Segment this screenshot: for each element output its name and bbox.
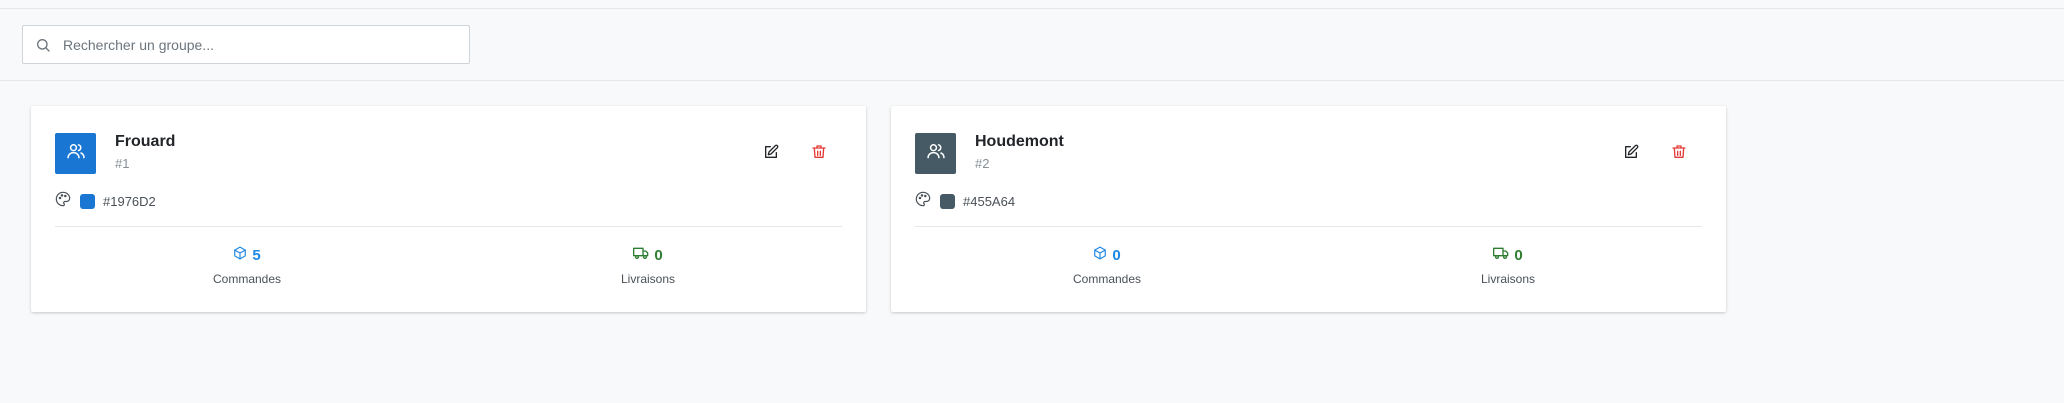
package-icon — [233, 246, 247, 265]
palette-icon — [55, 191, 71, 212]
deliveries-count: 0 — [654, 246, 663, 264]
orders-count: 5 — [252, 246, 261, 264]
group-avatar — [55, 133, 96, 174]
group-id: #2 — [975, 156, 990, 171]
deliveries-label: Livraisons — [1480, 272, 1536, 286]
trash-icon — [1671, 144, 1687, 165]
top-divider — [0, 8, 2064, 9]
orders-count: 0 — [1112, 246, 1121, 264]
section-divider — [0, 80, 2064, 81]
search-icon — [35, 37, 51, 53]
truck-icon — [1493, 246, 1509, 265]
search-bar[interactable] — [22, 25, 470, 64]
orders-stat: 0 Commandes — [1007, 246, 1207, 286]
delete-button[interactable] — [1668, 143, 1690, 165]
deliveries-stat: 0 Livraisons — [548, 246, 748, 287]
search-input[interactable] — [63, 36, 443, 53]
orders-stat: 5 Commandes — [147, 246, 347, 286]
card-divider — [55, 226, 842, 227]
deliveries-count: 0 — [1514, 246, 1523, 264]
group-card: Houdemont #2 #455A64 0 Commandes 0 Livra… — [891, 106, 1726, 312]
orders-label: Commandes — [212, 272, 282, 286]
color-row: #1976D2 — [55, 191, 156, 212]
trash-icon — [811, 144, 827, 165]
color-row: #455A64 — [915, 191, 1016, 212]
edit-icon — [763, 144, 779, 165]
group-name: Frouard — [115, 133, 176, 150]
color-hex: #1976D2 — [103, 193, 156, 209]
card-divider — [915, 226, 1702, 227]
color-swatch — [940, 193, 955, 209]
truck-icon — [633, 246, 649, 265]
package-icon — [1093, 246, 1107, 265]
group-card: Frouard #1 #1976D2 5 Commandes 0 Livrais… — [31, 106, 866, 312]
users-icon — [66, 141, 86, 166]
edit-button[interactable] — [760, 143, 782, 165]
group-id: #1 — [115, 156, 130, 171]
orders-label: Commandes — [1072, 272, 1142, 286]
users-icon — [926, 141, 946, 166]
delete-button[interactable] — [808, 143, 830, 165]
color-hex: #455A64 — [963, 193, 1016, 209]
color-swatch — [80, 193, 95, 209]
palette-icon — [915, 191, 931, 212]
deliveries-label: Livraisons — [620, 272, 676, 286]
edit-icon — [1623, 144, 1639, 165]
group-avatar — [915, 133, 956, 174]
deliveries-stat: 0 Livraisons — [1408, 246, 1608, 287]
group-name: Houdemont — [975, 133, 1064, 150]
edit-button[interactable] — [1620, 143, 1642, 165]
